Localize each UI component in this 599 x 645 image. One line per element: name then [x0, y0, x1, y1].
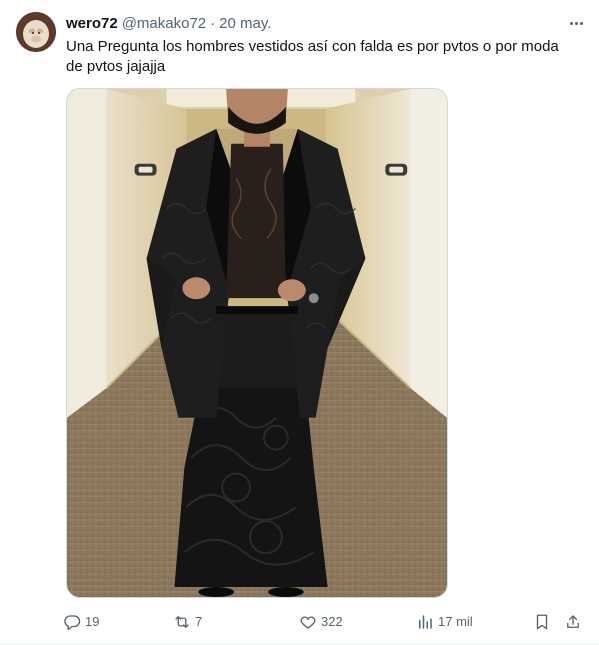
tweet-header: wero72 @makako72 · 20 may. — [66, 13, 583, 35]
avatar[interactable] — [16, 12, 56, 52]
bookmark-button[interactable] — [533, 611, 551, 633]
views-button[interactable]: 17 mil — [416, 611, 473, 633]
post-date[interactable]: 20 may. — [219, 14, 271, 34]
separator-dot: · — [210, 15, 216, 32]
like-button[interactable]: 322 — [299, 611, 343, 633]
share-icon — [567, 615, 579, 628]
reply-button[interactable]: 19 — [63, 611, 99, 633]
repost-icon — [175, 616, 189, 628]
tweet-photo[interactable] — [66, 88, 448, 598]
like-count: 322 — [321, 614, 343, 629]
tweet-actions: 19 7 322 17 mil — [63, 611, 583, 633]
heart-icon — [300, 616, 316, 629]
more-horizontal-icon[interactable] — [565, 14, 587, 32]
photo-man-in-skirt — [67, 89, 447, 597]
share-button[interactable] — [564, 611, 582, 633]
author-name[interactable]: wero72 — [66, 14, 118, 34]
tweet[interactable]: wero72 @makako72 · 20 may. Una Pregunta … — [0, 0, 599, 645]
repost-button[interactable]: 7 — [173, 611, 202, 633]
reply-count: 19 — [85, 614, 100, 629]
tweet-text: Una Pregunta los hombres vestidos así co… — [66, 38, 559, 75]
bookmark-icon — [536, 614, 548, 630]
avatar-image — [16, 12, 56, 52]
views-count: 17 mil — [438, 614, 473, 629]
views-chart-icon — [419, 615, 432, 629]
author-handle[interactable]: @makako72 — [122, 14, 206, 34]
repost-count: 7 — [195, 614, 203, 629]
reply-icon — [64, 615, 81, 631]
